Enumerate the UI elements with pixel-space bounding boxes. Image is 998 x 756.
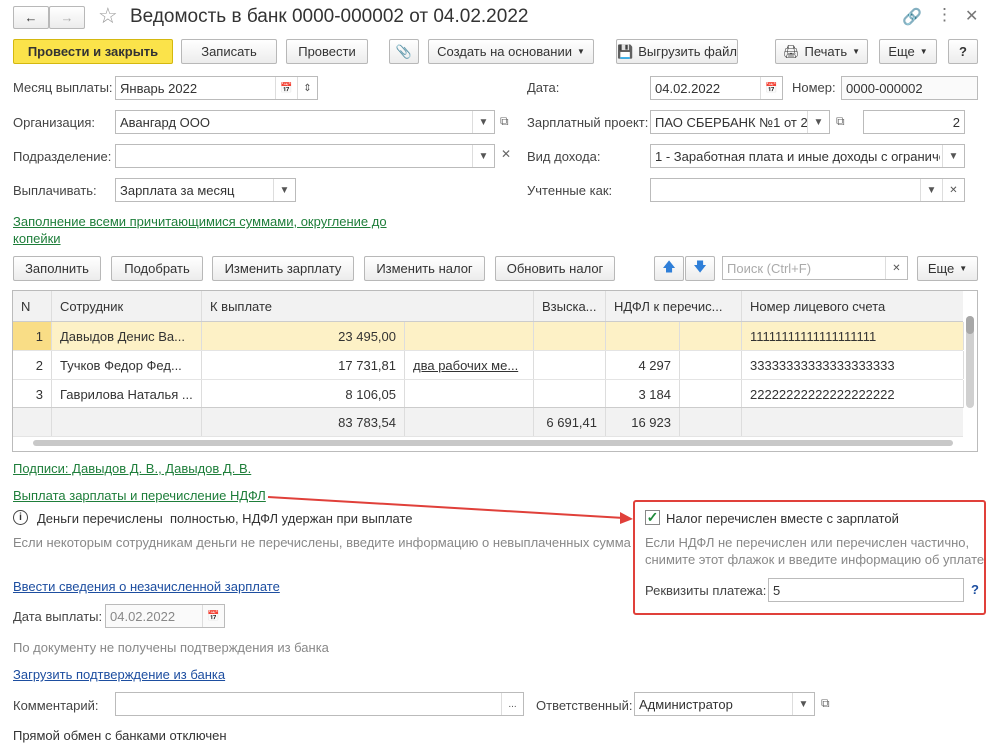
chevron-down-icon[interactable]: ▼ [792, 693, 814, 715]
load-confirmation-link[interactable]: Загрузить подтверждение из банка [13, 667, 225, 682]
comment-label: Комментарий: [13, 698, 99, 713]
resp-label: Ответственный: [536, 698, 633, 713]
help-icon[interactable]: ? [971, 582, 979, 597]
open-icon[interactable]: ⧉ [821, 696, 830, 711]
tax-hint: Если НДФЛ не перечислен или перечислен ч… [645, 535, 985, 567]
more-icon[interactable]: ... [501, 693, 523, 715]
req-input[interactable]: 5 [768, 578, 964, 602]
req-label: Реквизиты платежа: [645, 583, 767, 598]
exchange-status: Прямой обмен с банками отключен [13, 728, 227, 743]
tax-checkbox-label[interactable]: Налог перечислен вместе с зарплатой [666, 511, 899, 526]
tax-box: ✓ Налог перечислен вместе с зарплатой Ес… [633, 500, 986, 615]
calendar-icon[interactable]: 📅 [202, 605, 224, 627]
resp-input[interactable]: Администратор ▼ [634, 692, 815, 716]
paydate-label: Дата выплаты: [13, 609, 103, 624]
bank-status: По документу не получены подтверждения и… [13, 640, 329, 655]
paydate-input[interactable]: 04.02.2022 📅 [105, 604, 225, 628]
resp-value: Администратор [639, 696, 733, 712]
tax-checkbox[interactable]: ✓ [645, 510, 660, 525]
req-value: 5 [773, 582, 781, 598]
comment-input[interactable]: ... [115, 692, 524, 716]
paydate-value: 04.02.2022 [110, 608, 176, 624]
unpaid-link[interactable]: Ввести сведения о незачисленной зарплате [13, 579, 280, 594]
